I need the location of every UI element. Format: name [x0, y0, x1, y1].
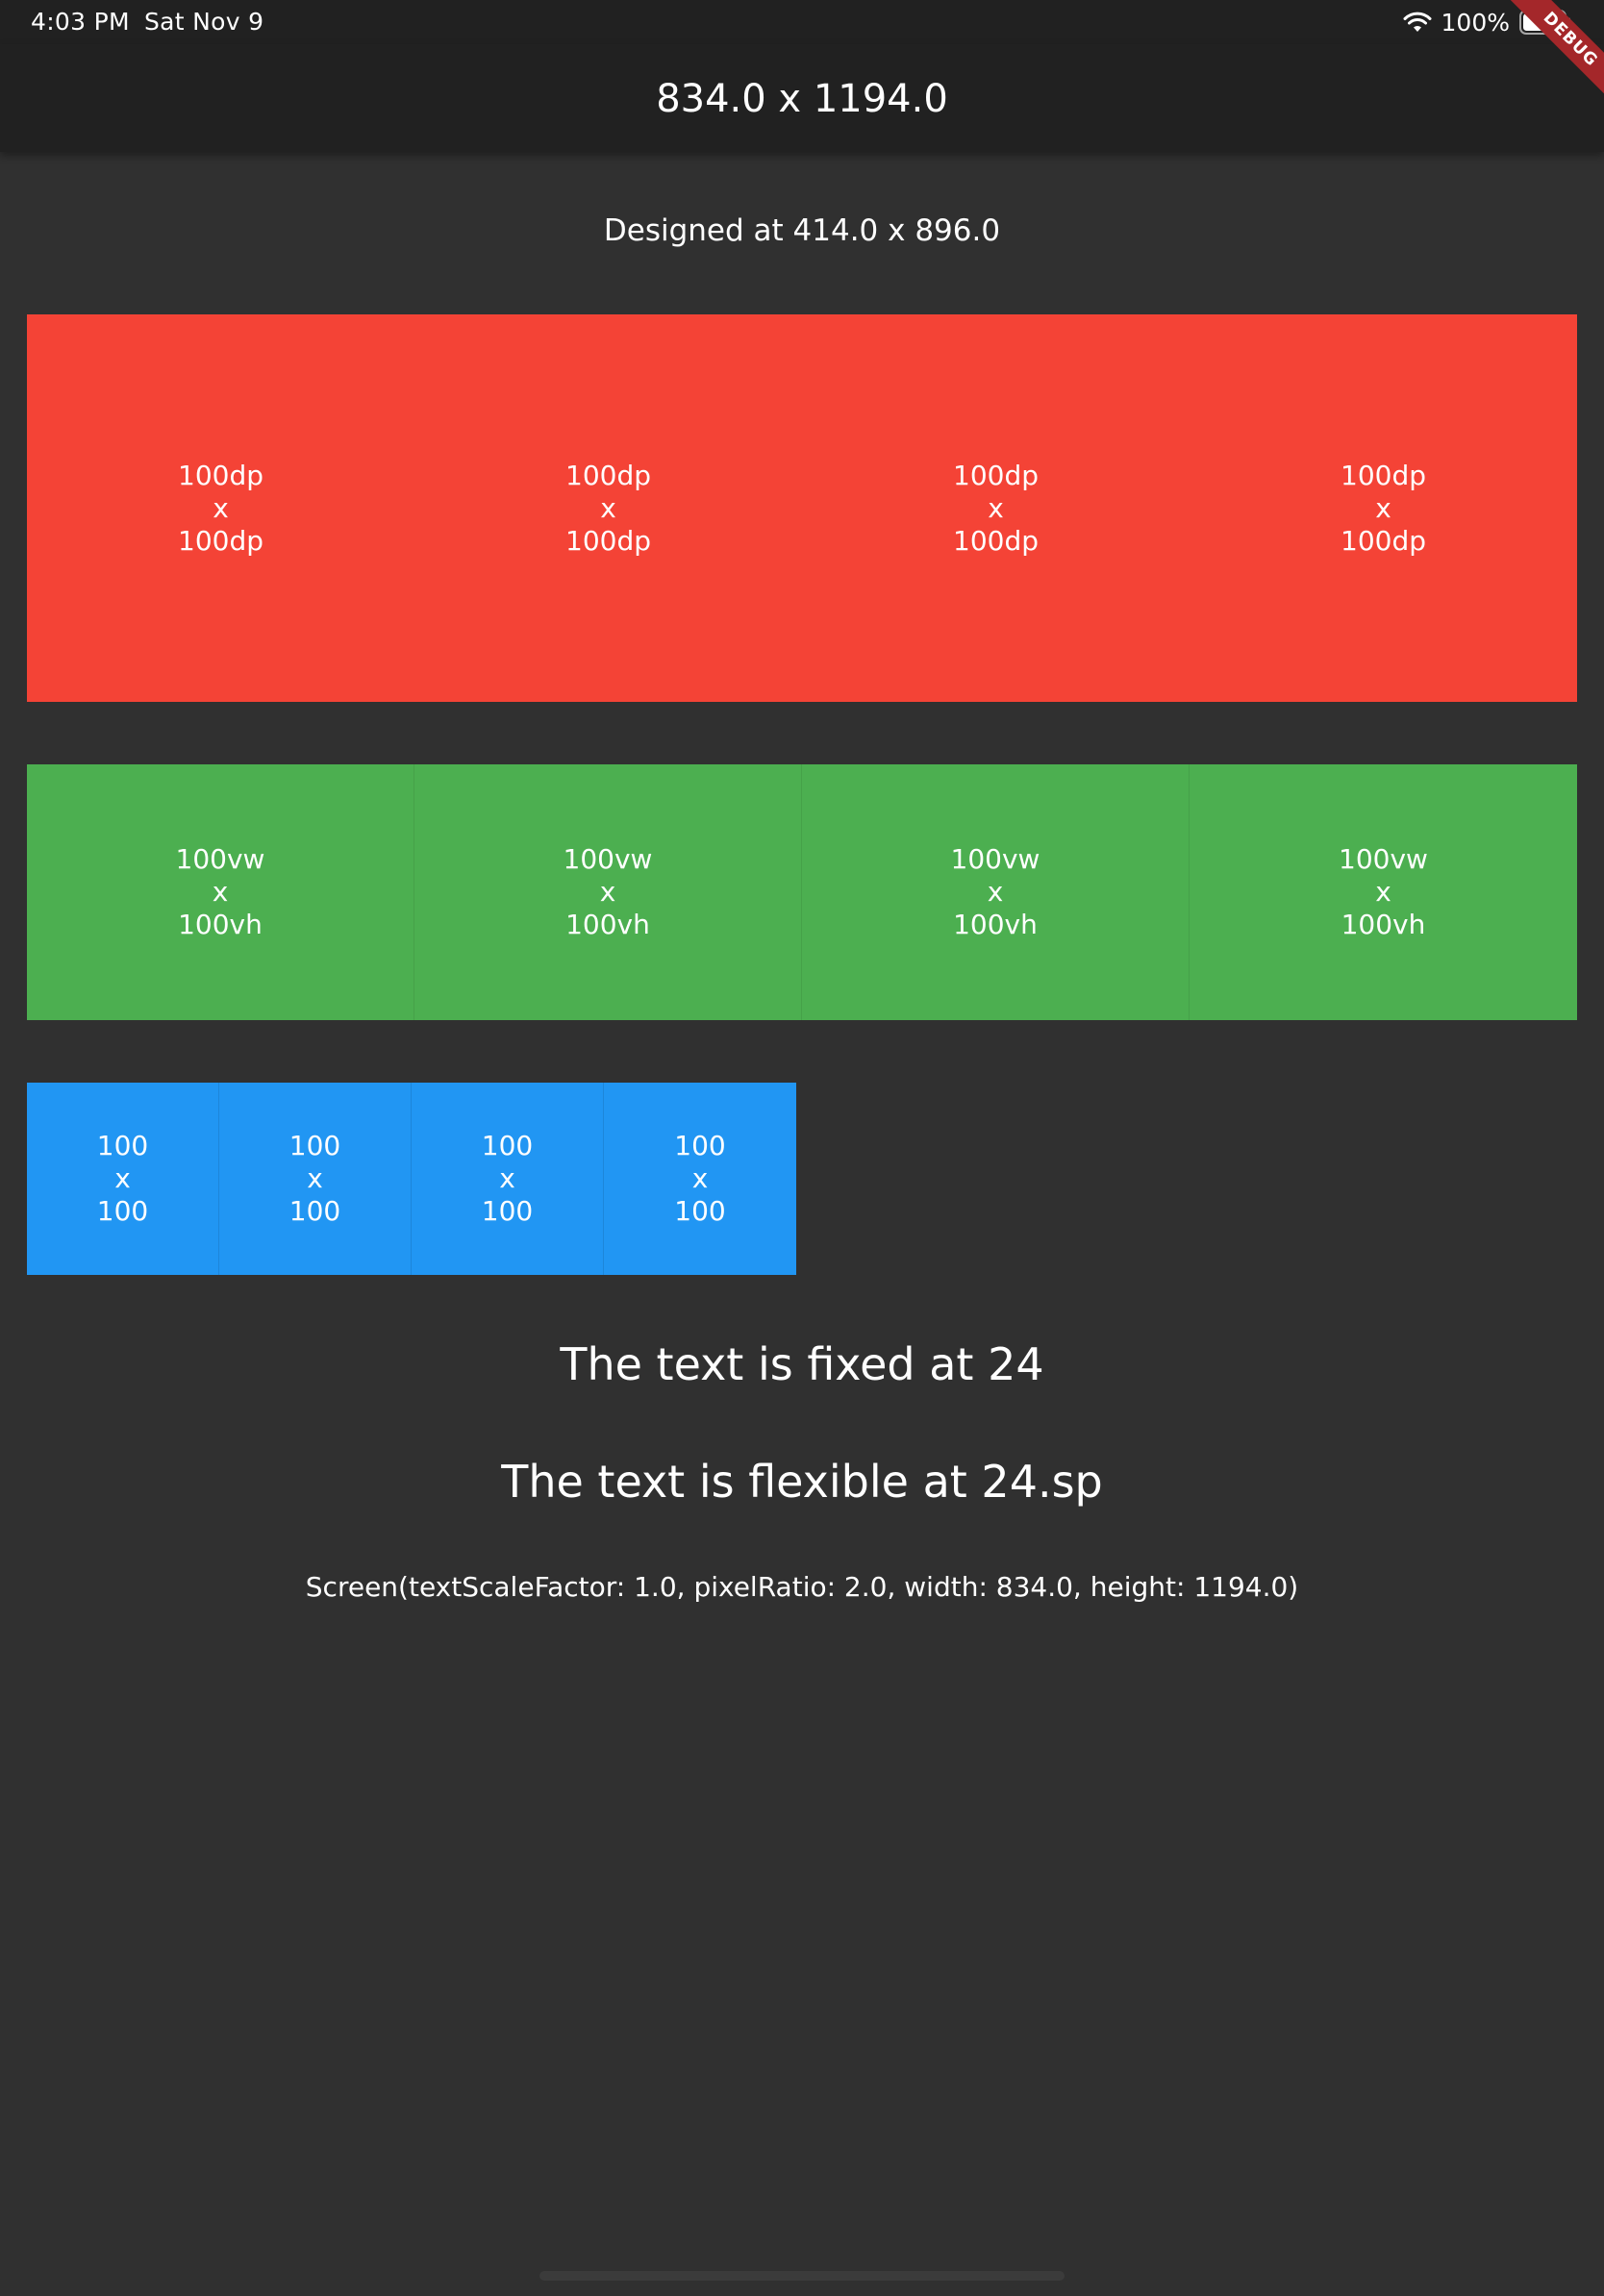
viewport-box: 100vw x 100vh — [1190, 764, 1577, 1020]
fixed-box: 100 x 100 — [27, 1083, 219, 1275]
box-separator: x — [213, 491, 229, 524]
box-width-label: 100dp — [565, 459, 651, 491]
dp-box-row: 100dp x 100dp 100dp x 100dp 100dp x 100d… — [27, 314, 1577, 702]
viewport-box: 100vw x 100vh — [802, 764, 1190, 1020]
box-width-label: 100 — [288, 1130, 341, 1161]
box-height-label: 100 — [288, 1195, 341, 1227]
page-title: 834.0 x 1194.0 — [656, 77, 948, 121]
fixed-box: 100 x 100 — [412, 1083, 604, 1275]
box-height-label: 100 — [674, 1195, 726, 1227]
dp-box: 100dp x 100dp — [27, 314, 414, 702]
box-separator: x — [114, 1162, 131, 1194]
box-height-label: 100dp — [178, 524, 263, 557]
dp-box: 100dp x 100dp — [1190, 314, 1577, 702]
box-separator: x — [499, 1162, 515, 1194]
box-width-label: 100vw — [950, 843, 1040, 875]
status-bar: 4:03 PM Sat Nov 9 100% — [0, 0, 1604, 44]
flexible-font-text: The text is flexible at 24.sp — [501, 1456, 1103, 1508]
box-width-label: 100 — [674, 1130, 726, 1161]
box-separator: x — [600, 491, 616, 524]
box-height-label: 100vh — [565, 909, 650, 940]
status-date: Sat Nov 9 — [144, 8, 264, 36]
box-height-label: 100dp — [565, 524, 651, 557]
box-separator: x — [307, 1162, 323, 1194]
designed-size-text: Designed at 414.0 x 896.0 — [603, 213, 1001, 248]
dp-box: 100dp x 100dp — [802, 314, 1190, 702]
box-height-label: 100vh — [1341, 909, 1426, 940]
box-width-label: 100 — [481, 1130, 534, 1161]
box-width-label: 100vw — [1339, 843, 1428, 875]
box-separator: x — [212, 876, 229, 908]
fixed-box: 100 x 100 — [604, 1083, 796, 1275]
viewport-box-row: 100vw x 100vh 100vw x 100vh 100vw x 100v… — [27, 764, 1577, 1020]
box-separator: x — [1375, 876, 1391, 908]
box-height-label: 100 — [481, 1195, 534, 1227]
dp-box: 100dp x 100dp — [414, 314, 802, 702]
wifi-icon — [1403, 11, 1432, 34]
viewport-box: 100vw x 100vh — [27, 764, 414, 1020]
box-separator: x — [987, 876, 1004, 908]
app-bar: 834.0 x 1194.0 — [0, 44, 1604, 152]
box-height-label: 100dp — [953, 524, 1039, 557]
box-width-label: 100 — [96, 1130, 149, 1161]
screen-info-text: Screen(textScaleFactor: 1.0, pixelRatio:… — [305, 1571, 1299, 1603]
box-height-label: 100 — [96, 1195, 149, 1227]
box-height-label: 100vh — [953, 909, 1038, 940]
fixed-box-row: 100 x 100 100 x 100 100 x 100 100 x 100 — [27, 1083, 796, 1275]
box-width-label: 100vw — [563, 843, 653, 875]
box-separator: x — [988, 491, 1004, 524]
home-indicator[interactable] — [539, 2271, 1065, 2281]
status-time: 4:03 PM — [31, 8, 130, 36]
box-separator: x — [1375, 491, 1391, 524]
box-separator: x — [599, 876, 616, 908]
box-separator: x — [691, 1162, 709, 1194]
box-width-label: 100vw — [175, 843, 265, 875]
debug-banner-label: DEBUG — [1502, 0, 1604, 108]
box-width-label: 100dp — [953, 459, 1039, 491]
box-height-label: 100dp — [1341, 524, 1426, 557]
debug-banner: DEBUG — [1489, 0, 1604, 115]
fixed-box: 100 x 100 — [219, 1083, 412, 1275]
box-height-label: 100vh — [178, 909, 263, 940]
box-width-label: 100dp — [178, 459, 263, 491]
viewport-box: 100vw x 100vh — [414, 764, 802, 1020]
fixed-font-text: The text is fixed at 24 — [560, 1338, 1044, 1390]
box-width-label: 100dp — [1341, 459, 1426, 491]
